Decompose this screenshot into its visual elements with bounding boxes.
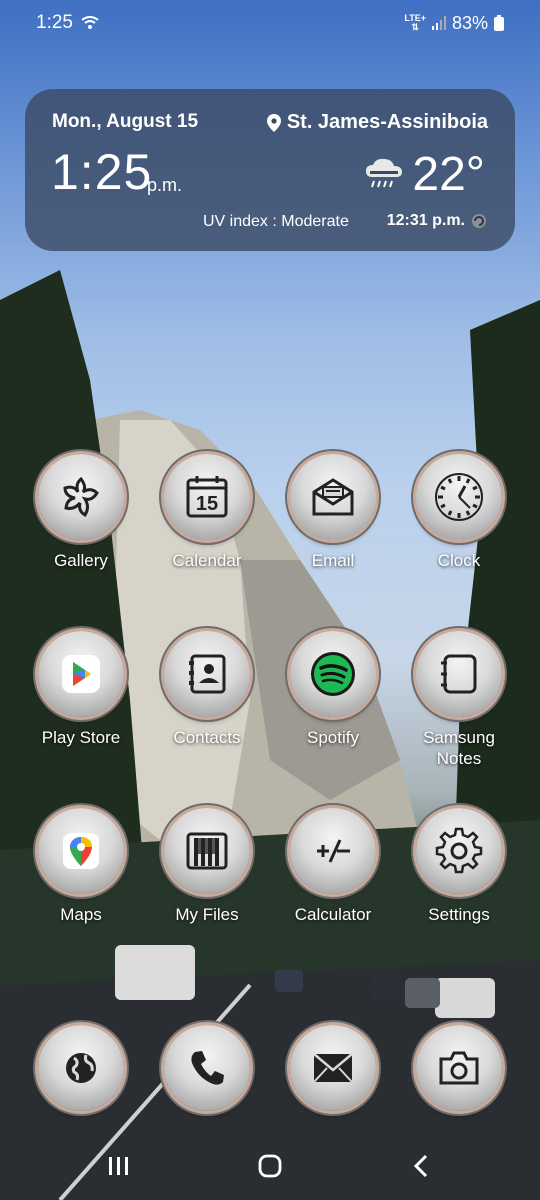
- battery-percent: 83%: [451, 12, 488, 33]
- widget-updated-time: 12:31 p.m.: [386, 212, 465, 229]
- messages-icon: [290, 1025, 376, 1111]
- files-icon: [164, 808, 250, 894]
- widget-temperature: 22°: [412, 148, 485, 201]
- widget-updated: 12:31 p.m.: [387, 212, 487, 230]
- status-right-group: LTE+ ⇅ 83%: [404, 13, 504, 34]
- camera-icon: [416, 1025, 502, 1111]
- gallery-icon: [38, 454, 124, 540]
- app-label: Samsung Notes: [423, 728, 495, 768]
- location-pin-icon: [266, 113, 281, 132]
- app-label: Contacts: [173, 728, 241, 747]
- widget-uv-index: UV index : Moderate: [203, 213, 349, 230]
- app-label: Clock: [437, 551, 481, 570]
- app-spotify[interactable]: Spotify: [270, 631, 396, 748]
- widget-time: 1:25: [51, 144, 153, 200]
- app-label: Calendar: [172, 551, 242, 570]
- status-time: 1:25: [36, 12, 73, 33]
- app-label: Spotify: [307, 728, 359, 747]
- app-label: Maps: [60, 905, 102, 924]
- clock-weather-widget[interactable]: Mon., August 15 St. James-Assiniboia 1:2…: [25, 89, 515, 251]
- wifi-icon: [81, 16, 99, 29]
- refresh-icon[interactable]: [471, 213, 487, 229]
- internet-icon: [38, 1025, 124, 1111]
- email-icon: [290, 454, 376, 540]
- app-contacts[interactable]: Contacts: [144, 631, 270, 748]
- app-clock[interactable]: Clock: [396, 454, 522, 571]
- notes-icon: [416, 631, 502, 717]
- play-store-icon: [38, 631, 124, 717]
- app-gallery[interactable]: Gallery: [18, 454, 144, 571]
- settings-icon: [416, 808, 502, 894]
- app-calculator[interactable]: Calculator: [270, 808, 396, 925]
- widget-location-label: St. James-Assiniboia: [286, 111, 488, 133]
- dock-internet[interactable]: [18, 1025, 144, 1111]
- dock-phone[interactable]: [144, 1025, 270, 1111]
- network-type: LTE+ ⇅: [404, 13, 426, 32]
- dock-camera[interactable]: [396, 1025, 522, 1111]
- app-label: My Files: [175, 905, 239, 924]
- navigation-bar: [0, 1140, 540, 1190]
- maps-icon: [38, 808, 124, 894]
- battery-icon: [494, 15, 504, 31]
- app-maps[interactable]: Maps: [18, 808, 144, 925]
- widget-date: Mon., August 15: [52, 111, 199, 132]
- app-settings[interactable]: Settings: [396, 808, 522, 925]
- spotify-icon: [290, 631, 376, 717]
- signal-icon: [431, 16, 446, 30]
- widget-temperature-group: 22°: [364, 147, 485, 202]
- app-my-files[interactable]: My Files: [144, 808, 270, 925]
- back-icon[interactable]: [412, 1154, 430, 1183]
- calendar-icon: 15: [164, 454, 250, 540]
- app-samsung-notes[interactable]: Samsung Notes: [396, 631, 522, 769]
- app-label: Settings: [428, 905, 490, 924]
- app-label: Gallery: [54, 551, 108, 570]
- home-icon[interactable]: [258, 1154, 282, 1183]
- widget-ampm: p.m.: [147, 175, 183, 195]
- status-bar: 1:25 LTE+ ⇅ 83%: [0, 0, 540, 46]
- recents-icon[interactable]: [108, 1156, 130, 1181]
- app-label: Calculator: [294, 905, 372, 924]
- app-calendar[interactable]: 15 Calendar: [144, 454, 270, 571]
- clock-icon: [416, 454, 502, 540]
- rain-cloud-icon: [366, 158, 403, 187]
- dock-messages[interactable]: [270, 1025, 396, 1111]
- widget-location: St. James-Assiniboia: [266, 111, 488, 134]
- calendar-day: 15: [196, 493, 218, 515]
- contacts-icon: [164, 631, 250, 717]
- status-time-group: 1:25: [36, 12, 99, 34]
- app-label: Email: [311, 551, 355, 570]
- app-email[interactable]: Email: [270, 454, 396, 571]
- app-label: Play Store: [41, 728, 121, 747]
- calculator-icon: [290, 808, 376, 894]
- phone-icon: [164, 1025, 250, 1111]
- app-play-store[interactable]: Play Store: [18, 631, 144, 748]
